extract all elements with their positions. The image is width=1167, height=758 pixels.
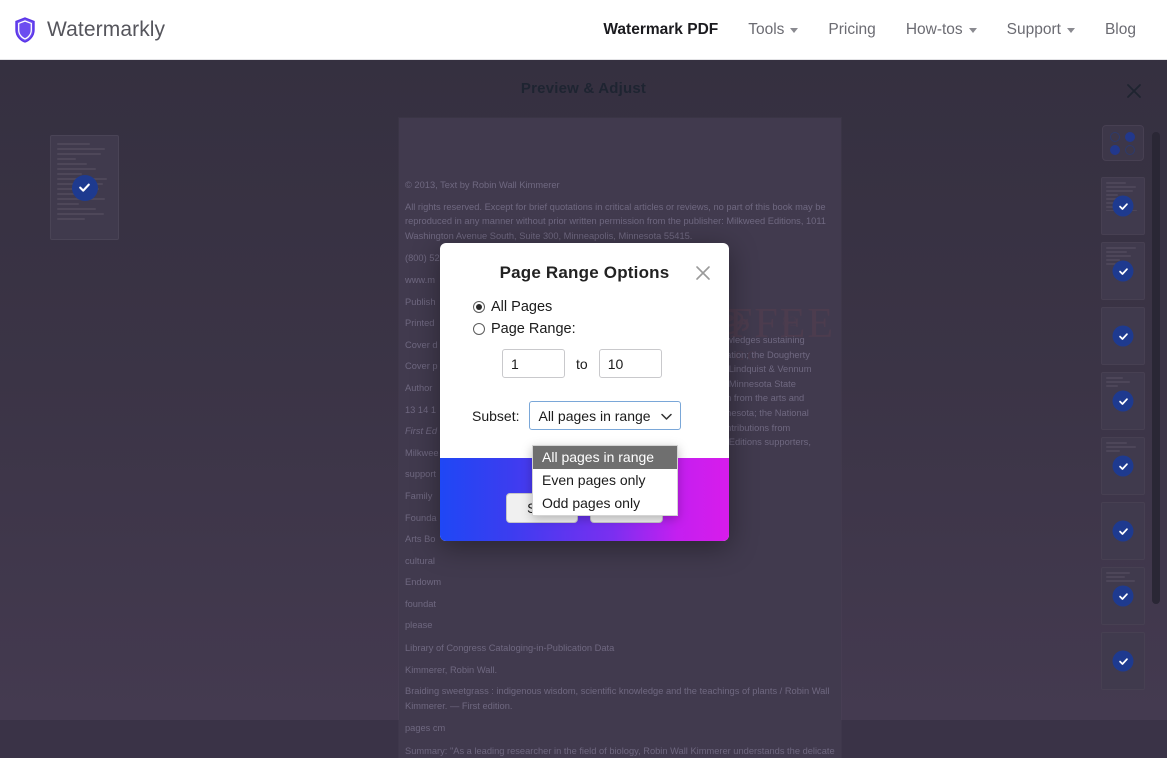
check-circle-icon <box>1112 260 1134 282</box>
grid-dot <box>1110 132 1120 142</box>
page-range-inputs: to <box>502 349 729 378</box>
doc-paragraph: Braiding sweetgrass : indigenous wisdom,… <box>405 686 830 711</box>
radio-page-range-label: Page Range: <box>491 321 576 337</box>
doc-paragraph: Summary: "As a leading researcher in the… <box>405 746 835 757</box>
nav-links: Watermark PDF Tools Pricing How-tos Supp… <box>588 15 1151 45</box>
thumbnail-lines <box>1102 633 1144 641</box>
doc-paragraph: cultural <box>405 555 435 566</box>
nav-link-how-tos[interactable]: How-tos <box>891 15 992 45</box>
doc-fragment: on from the arts and <box>721 393 805 404</box>
nav-link-support[interactable]: Support <box>992 15 1090 45</box>
rail-thumbnail[interactable] <box>1101 307 1145 365</box>
check-circle-icon <box>1112 520 1134 542</box>
doc-paragraph: Kimmerer, Robin Wall. <box>405 664 498 675</box>
dropdown-option-odd-pages-only[interactable]: Odd pages only <box>533 492 677 515</box>
scrollbar-thumb[interactable] <box>1152 132 1160 604</box>
grid-dot <box>1124 145 1135 155</box>
thumbnail-lines <box>1102 503 1144 511</box>
modal-body: All Pages Page Range: to Subset: All pag… <box>440 299 729 430</box>
nav-link-label: How-tos <box>905 20 963 38</box>
radio-icon-checked <box>473 301 485 313</box>
brand-name: Watermarkly <box>47 17 166 41</box>
radio-all-pages-label: All Pages <box>491 299 553 315</box>
check-circle-icon <box>1112 390 1134 412</box>
check-circle-icon <box>1112 585 1134 607</box>
nav-link-label: Blog <box>1104 20 1136 38</box>
doc-fragment: owledges sustaining <box>721 335 805 345</box>
rail-thumbnail[interactable] <box>1101 242 1145 300</box>
modal-title: Page Range Options <box>499 263 670 282</box>
check-circle-icon <box>71 174 98 201</box>
nav-link-label: Support <box>1006 20 1061 38</box>
shield-icon <box>15 16 35 43</box>
doc-paragraph: please <box>405 620 433 631</box>
close-icon[interactable] <box>693 263 713 283</box>
rail-gap <box>1097 693 1149 697</box>
select-all-grid-icon[interactable] <box>1102 125 1144 161</box>
rail-thumbnail[interactable] <box>1101 177 1145 235</box>
nav-link-blog[interactable]: Blog <box>1090 15 1151 45</box>
top-navbar: Watermarkly Watermark PDF Tools Pricing … <box>0 0 1167 60</box>
subset-row: Subset: All pages in range <box>472 401 729 430</box>
rail-thumbnail[interactable] <box>1101 567 1145 625</box>
doc-paragraph: Library of Congress Cataloging-in-Public… <box>405 643 615 654</box>
doc-fragment: dation; the Dougherty <box>721 349 810 360</box>
dropdown-option-all-pages-in-range[interactable]: All pages in range <box>533 446 677 469</box>
radio-icon <box>473 323 485 335</box>
range-to-input[interactable] <box>598 349 662 378</box>
rail-thumbnail[interactable] <box>1101 632 1145 690</box>
range-to-label: to <box>576 355 588 372</box>
grid-dot-checked <box>1124 132 1135 142</box>
doc-fragment: ontributions from <box>721 422 791 433</box>
brand-logo[interactable]: Watermarkly <box>14 16 166 43</box>
subset-dropdown-list[interactable]: All pages in range Even pages only Odd p… <box>532 445 678 516</box>
subset-select[interactable]: All pages in range <box>529 401 682 430</box>
rail-thumbnail[interactable] <box>1101 502 1145 560</box>
rail-thumbnail[interactable] <box>1101 372 1145 430</box>
chevron-down-icon <box>1066 28 1075 33</box>
page-title: Preview & Adjust <box>520 80 647 97</box>
dropdown-option-even-pages-only[interactable]: Even pages only <box>533 469 677 492</box>
doc-paragraph: All rights reserved. Except for brief qu… <box>405 201 826 241</box>
doc-fragment: nnesota; the National <box>721 407 809 418</box>
nav-link-label: Tools <box>748 20 785 38</box>
check-circle-icon <box>1112 650 1134 672</box>
doc-right-fragments: owledges sustaining dation; the Doughert… <box>721 333 841 450</box>
check-circle-icon <box>1112 195 1134 217</box>
doc-fragment: e Lindquist & Vennum <box>721 364 812 375</box>
left-page-thumbnail[interactable] <box>50 135 119 240</box>
rail-thumbnail[interactable] <box>1101 437 1145 495</box>
grid-dot-checked <box>1110 145 1120 155</box>
chevron-down-icon <box>661 408 673 424</box>
radio-page-range[interactable]: Page Range: <box>473 321 729 337</box>
nav-link-pricing[interactable]: Pricing <box>813 15 890 45</box>
thumbnail-lines <box>1102 308 1144 316</box>
doc-paragraph: © 2013, Text by Robin Wall Kimmerer <box>405 180 560 190</box>
subset-label: Subset: <box>472 407 520 424</box>
range-from-input[interactable] <box>502 349 565 378</box>
chevron-down-icon <box>790 28 799 33</box>
nav-link-watermark-pdf[interactable]: Watermark PDF <box>588 15 733 45</box>
doc-fragment: d Editions supporters, <box>721 437 811 448</box>
doc-paragraph: pages cm <box>405 723 446 734</box>
nav-link-label: Pricing <box>828 20 876 38</box>
page-thumbnail-rail <box>1097 125 1149 745</box>
chevron-down-icon <box>968 28 977 33</box>
vertical-scrollbar[interactable] <box>1152 122 1160 754</box>
rail-thumbnails <box>1097 177 1149 697</box>
radio-all-pages[interactable]: All Pages <box>473 299 729 315</box>
doc-paragraph: foundat <box>405 598 437 609</box>
nav-link-tools[interactable]: Tools <box>733 15 813 45</box>
nav-link-label: Watermark PDF <box>603 20 719 38</box>
subset-selected-value: All pages in range <box>538 407 651 424</box>
check-circle-icon <box>1112 325 1134 347</box>
doc-fragment: a Minnesota State <box>721 378 796 389</box>
doc-paragraph: Endowm <box>405 577 442 588</box>
check-circle-icon <box>1112 455 1134 477</box>
close-icon[interactable] <box>1121 78 1147 104</box>
